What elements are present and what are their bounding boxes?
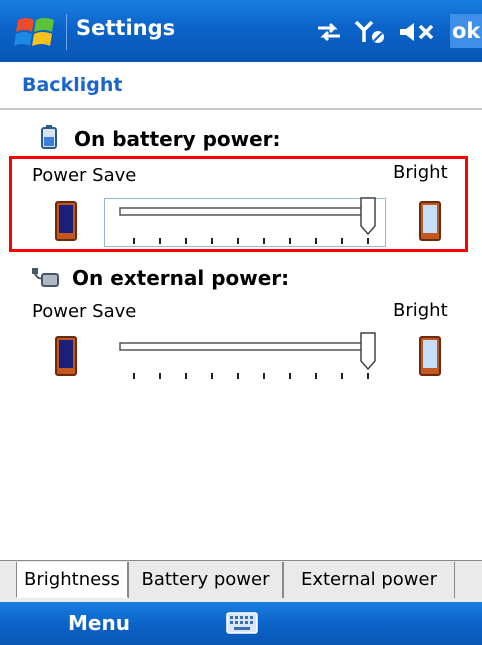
bright-device-icon-external — [419, 336, 441, 376]
tab-external-power[interactable]: External power — [283, 562, 455, 598]
external-brightness-slider[interactable] — [112, 331, 392, 383]
slider-track — [119, 342, 369, 351]
title-bar: Settings ok — [0, 0, 482, 62]
tab-brightness[interactable]: Brightness — [16, 562, 128, 598]
connectivity-icon[interactable] — [316, 20, 342, 44]
title-separator — [66, 14, 67, 50]
external-min-label: Power Save — [32, 301, 137, 322]
battery-icon — [41, 125, 57, 149]
battery-min-label: Power Save — [32, 165, 137, 186]
battery-max-label: Bright — [393, 162, 448, 183]
slider-thumb[interactable] — [360, 332, 376, 371]
slider-thumb[interactable] — [360, 197, 376, 236]
bright-device-icon — [419, 201, 441, 241]
dim-device-icon — [55, 201, 77, 241]
keyboard-icon[interactable] — [226, 612, 258, 634]
volume-mute-icon[interactable] — [398, 20, 438, 44]
page-title: Backlight — [22, 74, 123, 96]
battery-section-title: On battery power: — [74, 127, 281, 151]
external-section-title: On external power: — [72, 266, 290, 290]
external-power-icon — [32, 268, 59, 287]
page-header: Backlight — [0, 62, 482, 110]
slider-track — [119, 207, 369, 216]
signal-off-icon[interactable] — [354, 20, 386, 44]
windows-start-icon[interactable] — [14, 14, 58, 52]
tab-battery-power[interactable]: Battery power — [128, 562, 283, 598]
battery-brightness-slider[interactable] — [112, 196, 392, 248]
app-title: Settings — [76, 16, 176, 40]
external-max-label: Bright — [393, 300, 448, 321]
ok-button[interactable]: ok — [450, 14, 482, 48]
menu-softkey[interactable]: Menu — [68, 611, 130, 635]
dim-device-icon-external — [55, 336, 77, 376]
